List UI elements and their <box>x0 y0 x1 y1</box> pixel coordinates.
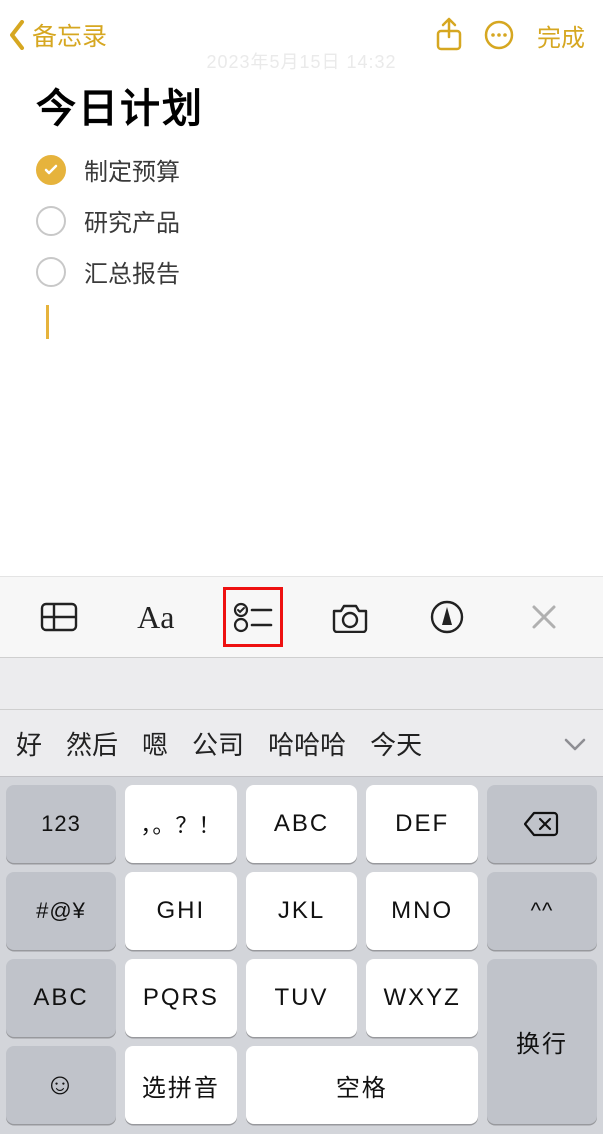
format-toolbar: Aa <box>0 576 603 658</box>
table-button[interactable] <box>29 587 89 647</box>
suggestion-gap <box>0 658 603 710</box>
ellipsis-circle-icon <box>483 19 515 51</box>
key-jkl[interactable]: JKL <box>246 872 358 950</box>
checklist-icon <box>233 601 273 633</box>
checkbox-empty-icon[interactable] <box>36 206 66 236</box>
suggestion[interactable]: 公司 <box>192 725 244 762</box>
share-button[interactable] <box>427 17 471 53</box>
todo-item[interactable]: 研究产品 <box>36 203 567 238</box>
key-pqrs[interactable]: PQRS <box>125 959 237 1037</box>
key-emoji[interactable]: ☺ <box>6 1046 116 1124</box>
suggestion[interactable]: 然后 <box>66 725 118 762</box>
camera-button[interactable] <box>320 587 380 647</box>
key-ghi[interactable]: GHI <box>125 872 237 950</box>
suggestion[interactable]: 好 <box>16 725 42 762</box>
key-tuv[interactable]: TUV <box>246 959 358 1037</box>
keyboard: 好 然后 嗯 公司 哈哈哈 今天 123 ，。？！ ABC DEF #@¥ GH… <box>0 658 603 1134</box>
todo-text[interactable]: 研究产品 <box>84 203 180 238</box>
todo-text[interactable]: 制定预算 <box>84 152 180 187</box>
key-caret[interactable]: ^^ <box>487 872 597 950</box>
key-punct[interactable]: ，。？！ <box>125 785 237 863</box>
todo-text[interactable]: 汇总报告 <box>84 254 180 289</box>
key-abc1[interactable]: ABC <box>246 785 358 863</box>
key-def[interactable]: DEF <box>366 785 478 863</box>
key-pinyin[interactable]: 选拼音 <box>125 1046 237 1124</box>
checkbox-empty-icon[interactable] <box>36 257 66 287</box>
key-space[interactable]: 空格 <box>246 1046 478 1124</box>
key-wxyz[interactable]: WXYZ <box>366 959 478 1037</box>
text-cursor <box>46 305 49 339</box>
todo-item[interactable]: 制定预算 <box>36 152 567 187</box>
table-icon <box>40 602 78 632</box>
back-button[interactable]: 备忘录 <box>8 17 107 53</box>
key-return[interactable]: 换行 <box>487 959 597 1124</box>
text-format-button[interactable]: Aa <box>126 587 186 647</box>
key-mno[interactable]: MNO <box>366 872 478 950</box>
backspace-icon <box>524 811 560 837</box>
markup-button[interactable] <box>417 587 477 647</box>
keypad: 123 ，。？！ ABC DEF #@¥ GHI JKL MNO ^^ ABC … <box>0 777 603 1134</box>
close-toolbar-button[interactable] <box>514 587 574 647</box>
done-button[interactable]: 完成 <box>537 18 585 53</box>
key-abc-mode[interactable]: ABC <box>6 959 116 1037</box>
checklist-button[interactable] <box>223 587 283 647</box>
checkbox-checked-icon[interactable] <box>36 155 66 185</box>
chevron-down-icon <box>563 736 587 752</box>
note-body[interactable]: 今日计划 制定预算 研究产品 汇总报告 <box>0 70 603 339</box>
key-backspace[interactable] <box>487 785 597 863</box>
suggestion[interactable]: 今天 <box>370 725 422 762</box>
todo-item[interactable]: 汇总报告 <box>36 254 567 289</box>
suggestion[interactable]: 嗯 <box>142 725 168 762</box>
note-title[interactable]: 今日计划 <box>36 76 567 134</box>
share-icon <box>434 17 464 53</box>
more-button[interactable] <box>477 19 521 51</box>
close-icon <box>530 603 558 631</box>
top-nav: 备忘录 完成 <box>0 0 603 70</box>
suggestion-bar: 好 然后 嗯 公司 哈哈哈 今天 <box>0 710 603 777</box>
markup-icon <box>430 600 464 634</box>
key-123[interactable]: 123 <box>6 785 116 863</box>
camera-icon <box>330 601 370 633</box>
back-label: 备忘录 <box>32 17 107 53</box>
expand-suggestions-button[interactable] <box>563 728 587 759</box>
key-symbols[interactable]: #@¥ <box>6 872 116 950</box>
suggestion[interactable]: 哈哈哈 <box>268 725 346 762</box>
chevron-left-icon <box>8 20 26 50</box>
